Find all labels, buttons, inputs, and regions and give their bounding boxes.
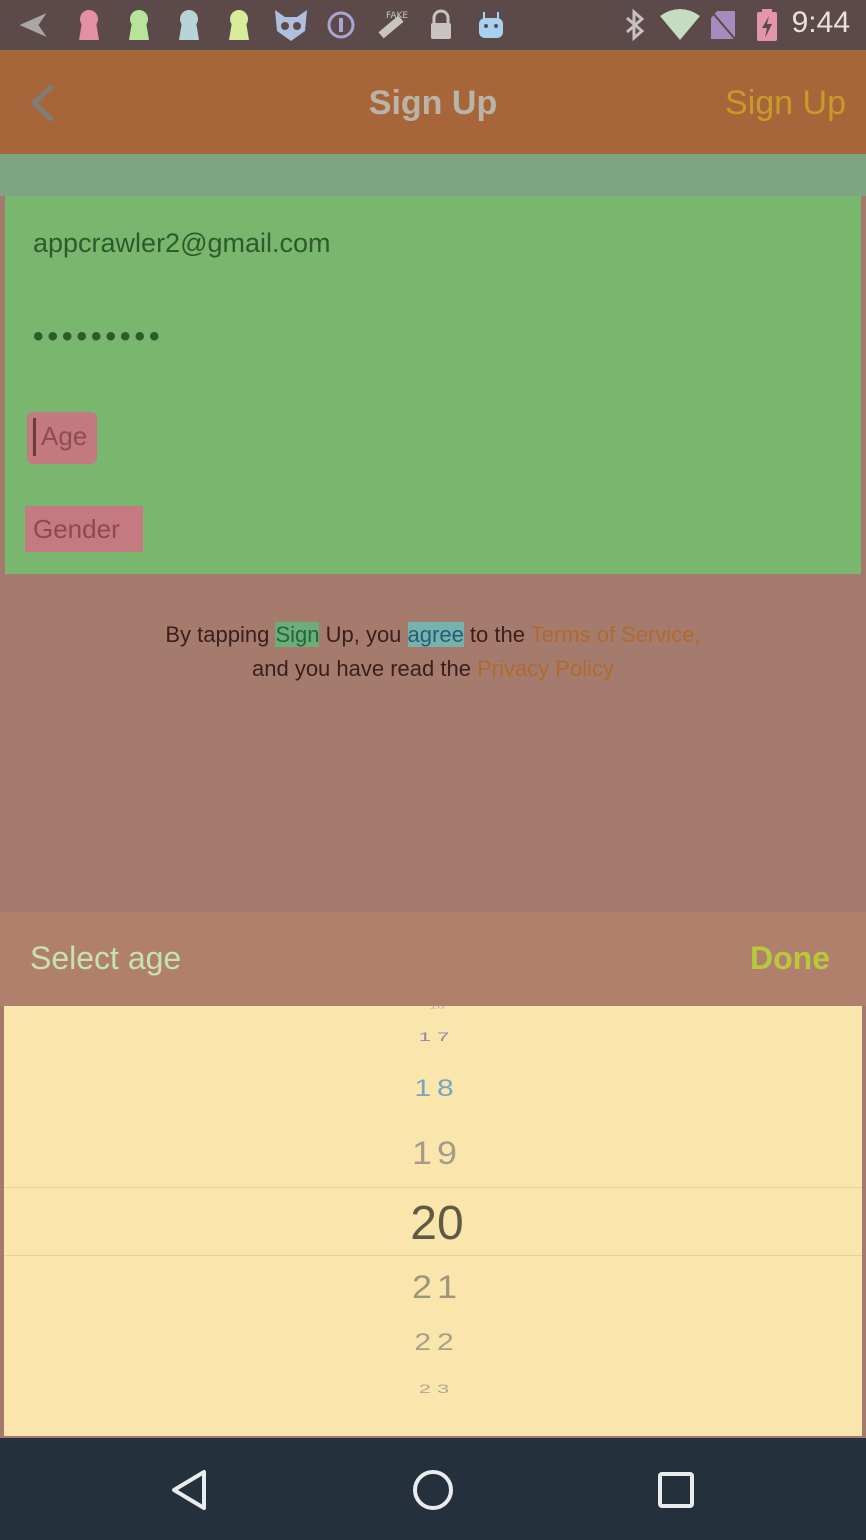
terms-text: to the <box>463 622 531 647</box>
circle-home-icon <box>413 1470 453 1510</box>
lock-icon <box>426 8 456 42</box>
picker-value[interactable]: 18 <box>4 1075 862 1102</box>
email-field[interactable]: appcrawler2@gmail.com <box>33 228 331 259</box>
no-sim-icon <box>708 8 738 42</box>
picker-value[interactable]: 23 <box>4 1382 862 1396</box>
terms-agree-word: agree <box>407 622 464 647</box>
gender-field[interactable]: Gender <box>25 506 143 552</box>
terms-text: Up, you <box>319 622 408 647</box>
battery-charging-icon <box>752 8 782 42</box>
picker-header: Select age Done <box>0 912 866 1006</box>
picker-value[interactable]: 19 <box>4 1134 862 1172</box>
header-divider <box>0 154 866 196</box>
keyhole-icon <box>174 8 204 42</box>
age-picker-wheel[interactable]: 16 17 18 19 20 21 22 23 <box>4 1006 862 1436</box>
terms-text: By tapping <box>165 622 276 647</box>
keyhole-icon <box>124 8 154 42</box>
keyhole-icon <box>224 8 254 42</box>
nav-back-button[interactable] <box>160 1464 220 1516</box>
nav-recents-button[interactable] <box>646 1464 706 1516</box>
terms-notice: By tapping Sign Up, you agree to the Ter… <box>5 618 861 686</box>
picker-selected-value[interactable]: 20 <box>4 1196 862 1251</box>
nav-home-button[interactable] <box>403 1464 463 1516</box>
svg-text:FAKE: FAKE <box>386 11 408 21</box>
picker-value[interactable]: 17 <box>4 1030 862 1044</box>
info-icon <box>326 8 356 42</box>
status-time: 9:44 <box>791 6 850 39</box>
status-bar: FAKE 9:44 <box>0 0 866 50</box>
keyhole-icon <box>74 8 104 42</box>
picker-value[interactable]: 21 <box>4 1268 862 1306</box>
triangle-back-icon <box>172 1470 206 1510</box>
navigation-icon <box>18 8 48 42</box>
fake-gps-icon: FAKE <box>372 8 412 42</box>
password-field[interactable]: ••••••••• <box>33 320 164 354</box>
wifi-icon <box>658 8 702 42</box>
gender-placeholder: Gender <box>33 514 120 544</box>
picker-value[interactable]: 16 <box>4 1006 862 1010</box>
navigation-bar <box>0 1438 866 1540</box>
picker-value[interactable]: 22 <box>4 1329 862 1356</box>
done-button[interactable]: Done <box>750 940 830 977</box>
privacy-policy-link[interactable]: Privacy Policy <box>477 656 614 681</box>
sign-up-button[interactable]: Sign Up <box>725 84 846 123</box>
age-placeholder: Age <box>41 421 88 451</box>
terms-section: By tapping Sign Up, you agree to the Ter… <box>5 574 861 910</box>
terms-sign-word: Sign <box>275 622 320 647</box>
selection-line <box>4 1187 862 1188</box>
picker-title: Select age <box>30 940 182 976</box>
text-cursor <box>33 418 36 456</box>
terms-of-service-link[interactable]: Terms of Service, <box>531 622 701 647</box>
bluetooth-icon <box>620 8 650 42</box>
selection-line <box>4 1255 862 1256</box>
terms-text: and you have read the <box>252 656 478 681</box>
square-recents-icon <box>658 1472 694 1508</box>
cat-icon <box>272 8 310 42</box>
android-icon <box>476 8 506 42</box>
age-field[interactable]: Age <box>27 412 97 464</box>
signup-form: appcrawler2@gmail.com ••••••••• Age Gend… <box>5 196 861 574</box>
